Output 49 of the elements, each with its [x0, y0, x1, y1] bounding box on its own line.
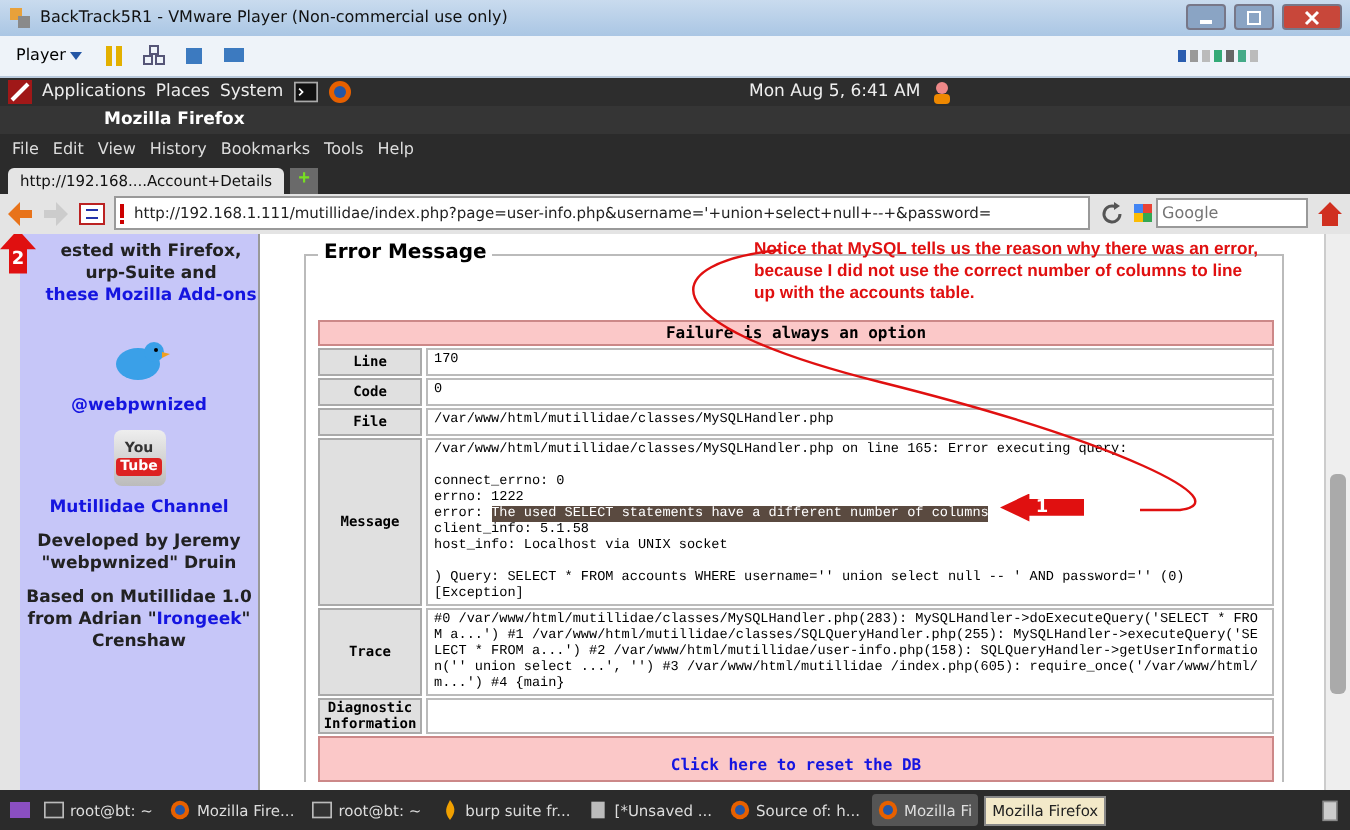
- fullscreen-icon[interactable]: [182, 43, 207, 68]
- twitter-link[interactable]: @webpwnized: [71, 395, 207, 418]
- reset-db-link[interactable]: Click here to reset the DB: [670, 755, 922, 774]
- irongeek-link[interactable]: Irongeek: [156, 609, 242, 630]
- user-icon[interactable]: [930, 79, 955, 104]
- vmware-logo-icon: [8, 5, 32, 30]
- menu-item[interactable]: Help: [377, 139, 415, 158]
- menu-item[interactable]: File: [12, 139, 39, 158]
- close-icon: [1302, 9, 1322, 26]
- clock: Mon Aug 5, 6:41 AM: [748, 81, 921, 102]
- player-menu[interactable]: Player: [12, 46, 87, 65]
- document-icon: [588, 800, 609, 821]
- firefox-icon: [730, 800, 751, 821]
- menu-item[interactable]: Bookmarks: [220, 139, 311, 158]
- firefox-window-title: Mozilla Firefox: [104, 109, 245, 130]
- panel-menu[interactable]: System: [219, 81, 284, 102]
- channel-link[interactable]: Mutillidae Channel: [49, 497, 229, 520]
- minimize-button[interactable]: [1186, 4, 1226, 31]
- developer-credit: Developed by Jeremy "webpwnized" Druin: [35, 531, 243, 576]
- fieldset-legend: Error Message: [318, 241, 493, 264]
- addons-link[interactable]: these Mozilla Add-ons: [45, 285, 257, 306]
- back-icon[interactable]: [6, 199, 34, 228]
- menu-item[interactable]: Edit: [52, 139, 84, 158]
- panel-menu[interactable]: Applications: [42, 81, 146, 102]
- menu-item[interactable]: History: [149, 139, 207, 158]
- home-icon[interactable]: [1316, 199, 1344, 228]
- show-desktop-icon[interactable]: [8, 798, 32, 823]
- warning-icon: [116, 201, 128, 226]
- scrollbar[interactable]: [1324, 233, 1350, 791]
- menu-item[interactable]: View: [97, 139, 136, 158]
- reload-icon[interactable]: [1098, 199, 1126, 228]
- firefox-icon: [877, 800, 898, 821]
- window-title: BackTrack5R1 - VMware Player (Non-commercial use only): [40, 8, 508, 27]
- monitor-icon[interactable]: [222, 43, 247, 68]
- close-button[interactable]: [1282, 4, 1342, 31]
- caret-icon: [70, 52, 83, 61]
- menu-item[interactable]: Tools: [324, 139, 364, 158]
- panel-menu[interactable]: Places: [155, 81, 210, 102]
- google-logo-icon: [1134, 204, 1152, 223]
- network-icon[interactable]: [142, 43, 167, 68]
- terminal-icon: [312, 800, 333, 821]
- based-on-credit: Based on Mutillidae 1.0 from Adrian "Irongeek" Crenshaw: [24, 587, 254, 654]
- firefox-icon: [170, 800, 191, 821]
- firefox-icon[interactable]: [327, 79, 352, 104]
- terminal-icon[interactable]: [293, 79, 318, 104]
- terminal-icon: [44, 800, 64, 821]
- search-field[interactable]: Google: [1156, 198, 1308, 229]
- maximize-icon: [1244, 9, 1264, 26]
- maximize-button[interactable]: [1234, 4, 1274, 31]
